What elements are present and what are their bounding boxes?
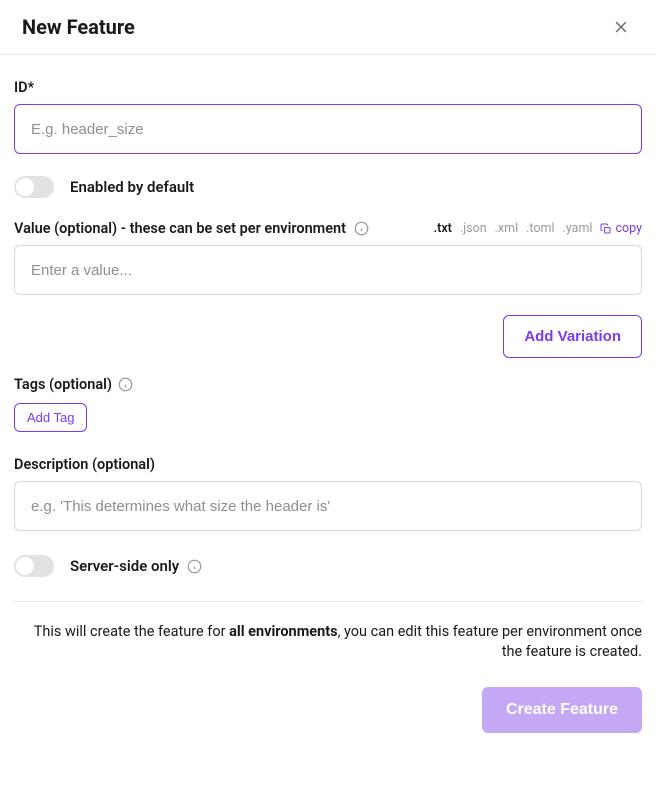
info-icon[interactable]	[187, 559, 202, 574]
footer-note: This will create the feature for all env…	[14, 622, 642, 663]
modal-title: New Feature	[22, 15, 135, 39]
server-only-label: Server-side only	[70, 557, 202, 575]
value-label-text: Value (optional) - these can be set per …	[14, 220, 346, 237]
actions: Create Feature	[14, 687, 642, 733]
description-label: Description (optional)	[14, 456, 642, 473]
close-icon	[612, 18, 630, 36]
info-icon[interactable]	[118, 377, 133, 392]
tags-section: Tags (optional) Add Tag	[14, 376, 642, 432]
value-header-row: Value (optional) - these can be set per …	[14, 220, 642, 237]
info-icon[interactable]	[354, 221, 369, 236]
server-only-toggle[interactable]	[14, 555, 54, 577]
description-input[interactable]	[14, 481, 642, 531]
footer-note-prefix: This will create the feature for	[34, 623, 229, 640]
add-variation-row: Add Variation	[14, 315, 642, 358]
id-input[interactable]	[14, 104, 642, 154]
footer-note-suffix: , you can edit this feature per environm…	[338, 623, 642, 660]
copy-label: copy	[615, 221, 642, 236]
modal-header: New Feature	[0, 0, 656, 55]
footer-note-bold: all environments	[229, 623, 337, 640]
divider	[14, 601, 642, 602]
id-section: ID*	[14, 79, 642, 154]
tags-label: Tags (optional)	[14, 376, 642, 393]
format-json[interactable]: .json	[460, 221, 487, 236]
description-section: Description (optional)	[14, 456, 642, 531]
close-button[interactable]	[608, 14, 634, 40]
value-label: Value (optional) - these can be set per …	[14, 220, 369, 237]
format-txt[interactable]: .txt	[434, 221, 452, 236]
format-yaml[interactable]: .yaml	[563, 221, 593, 236]
modal-body: ID* Enabled by default Value (optional) …	[0, 55, 656, 753]
id-label: ID*	[14, 79, 642, 96]
server-only-toggle-row: Server-side only	[14, 555, 642, 577]
tags-label-text: Tags (optional)	[14, 376, 112, 393]
enabled-toggle-row: Enabled by default	[14, 176, 642, 198]
create-feature-button[interactable]: Create Feature	[482, 687, 642, 733]
add-tag-button[interactable]: Add Tag	[14, 403, 87, 432]
format-list: .txt .json .xml .toml .yaml copy	[434, 221, 642, 236]
format-xml[interactable]: .xml	[495, 221, 519, 236]
enabled-toggle[interactable]	[14, 176, 54, 198]
enabled-toggle-label: Enabled by default	[70, 178, 194, 196]
copy-button[interactable]: copy	[600, 221, 642, 236]
format-toml[interactable]: .toml	[526, 221, 554, 236]
server-only-label-text: Server-side only	[70, 557, 179, 575]
copy-icon	[600, 223, 612, 235]
add-variation-button[interactable]: Add Variation	[503, 315, 642, 358]
value-input[interactable]	[14, 245, 642, 295]
